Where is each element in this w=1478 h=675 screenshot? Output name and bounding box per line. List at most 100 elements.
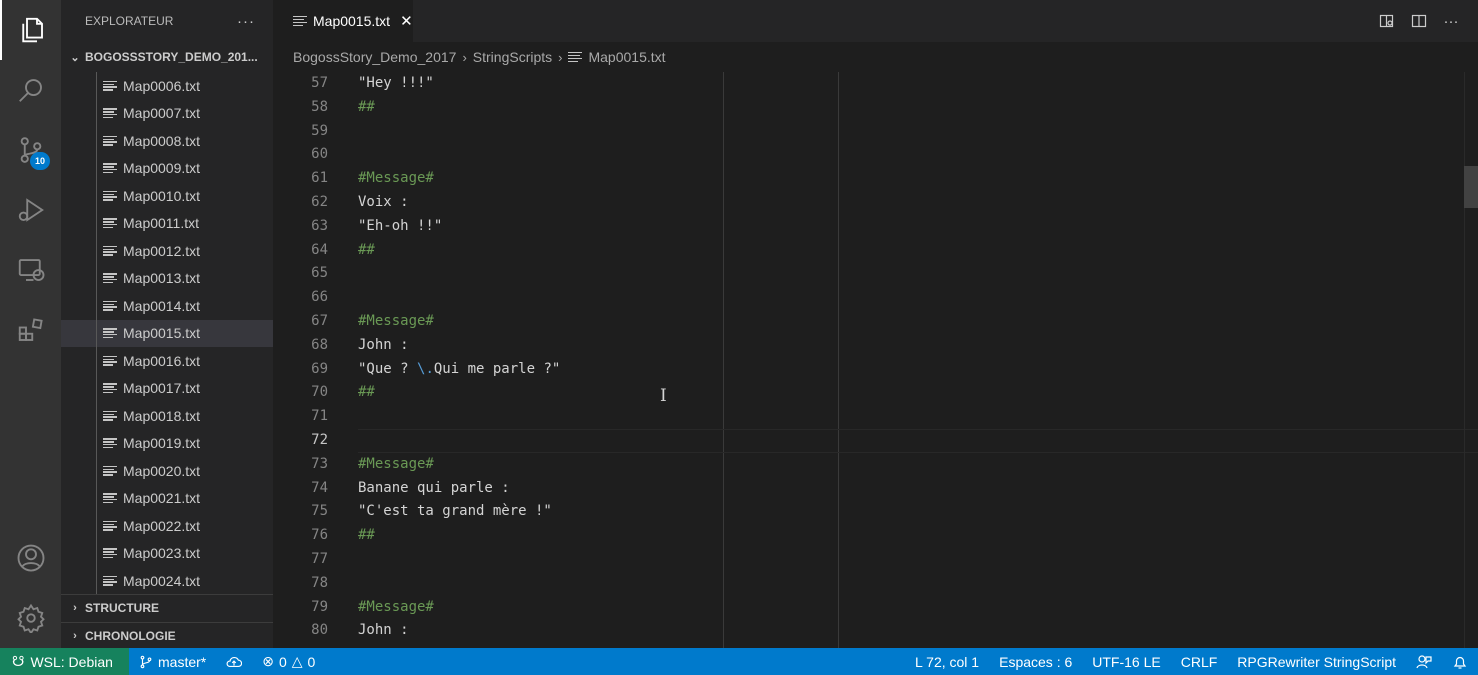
line-number: 67 (311, 312, 328, 329)
close-icon[interactable]: ✕ (400, 12, 413, 30)
code-editor[interactable]: 57 58 59 60 61 62 63 64 65 66 67 68 69 70 71 72 73 74 75 76… (273, 72, 1478, 648)
open-preview-icon[interactable] (1378, 12, 1396, 30)
code-line[interactable]: ## (358, 239, 1478, 263)
line-number: 75 (311, 503, 328, 520)
code-line[interactable] (358, 262, 1478, 286)
structure-section[interactable]: › STRUCTURE (61, 594, 273, 622)
settings-gear-icon[interactable] (0, 588, 61, 648)
code-line[interactable]: Voix : (358, 191, 1478, 215)
source-control-icon[interactable]: 10 (0, 120, 61, 180)
notifications-bell-icon[interactable] (1442, 648, 1478, 675)
file-tree-item[interactable]: Map0019.txt (61, 430, 273, 458)
code-line[interactable]: John : (358, 619, 1478, 643)
root-folder[interactable]: ⌄ BOGOSSSTORY_DEMO_201... (61, 42, 273, 72)
code-line[interactable] (358, 143, 1478, 167)
file-tree-item-label: Map0006.txt (123, 77, 201, 94)
problems-indicator[interactable]: ⊗ 0 △ 0 (252, 648, 325, 675)
file-tree-item[interactable]: Map0015.txt (61, 319, 273, 347)
file-text-icon (103, 80, 117, 92)
search-icon[interactable] (0, 60, 61, 120)
vertical-scrollbar[interactable] (1464, 72, 1478, 648)
code-line[interactable] (358, 405, 1478, 429)
file-tree-item[interactable]: Map0024.txt (61, 567, 273, 594)
code-line[interactable]: #Message# (358, 167, 1478, 191)
explorer-title: EXPLORATEUR (85, 14, 174, 28)
code-line[interactable]: "C'est ta grand mère !" (358, 500, 1478, 524)
remote-icon: ☋ (12, 653, 25, 669)
breadcrumb-root[interactable]: BogossStory_Demo_2017 (293, 49, 456, 65)
indentation[interactable]: Espaces : 6 (989, 648, 1082, 675)
sync-button[interactable] (216, 648, 252, 675)
code-line[interactable] (358, 572, 1478, 596)
file-tree-item[interactable]: Map0022.txt (61, 512, 273, 540)
end-of-line[interactable]: CRLF (1171, 648, 1228, 675)
code-line[interactable]: #Message# (358, 453, 1478, 477)
editor-actions: ··· (1378, 0, 1460, 42)
code-line[interactable]: ## (358, 381, 1478, 405)
code-line[interactable]: #Message# (358, 310, 1478, 334)
remote-label: WSL: Debian (30, 653, 113, 670)
breadcrumb-folder[interactable]: StringScripts (473, 49, 552, 65)
file-tree-item[interactable]: Map0011.txt (61, 210, 273, 238)
line-number: 74 (311, 479, 328, 496)
code-line[interactable]: Banane qui parle : (358, 477, 1478, 501)
extensions-icon[interactable] (0, 300, 61, 360)
file-tree-item[interactable]: Map0013.txt (61, 265, 273, 293)
tab-label: Map0015.txt (313, 13, 391, 29)
file-text-icon (103, 107, 117, 119)
code-lines[interactable]: "Hey !!!" ## #Message# Voix : "Eh-oh !!" ## #M… (358, 72, 1478, 643)
tab-map0015[interactable]: Map0015.txt ✕ (273, 0, 413, 42)
file-tree-item-label: Map0019.txt (123, 435, 201, 452)
file-tree-item-label: Map0012.txt (123, 242, 201, 259)
cursor-position[interactable]: L 72, col 1 (905, 648, 989, 675)
file-tree-item[interactable]: Map0006.txt (61, 72, 273, 100)
code-line[interactable] (358, 120, 1478, 144)
scrollbar-thumb[interactable] (1464, 166, 1478, 208)
breadcrumb-file[interactable]: Map0015.txt (588, 49, 665, 65)
file-tree-item[interactable]: Map0010.txt (61, 182, 273, 210)
file-tree-item[interactable]: Map0008.txt (61, 127, 273, 155)
more-actions-icon[interactable]: ··· (237, 13, 255, 30)
encoding[interactable]: UTF-16 LE (1082, 648, 1170, 675)
language-mode[interactable]: RPGRewriter StringScript (1227, 648, 1406, 675)
file-tree-item[interactable]: Map0012.txt (61, 237, 273, 265)
timeline-section[interactable]: › CHRONOLOGIE (61, 621, 273, 649)
feedback-icon[interactable] (1406, 648, 1442, 675)
code-line[interactable]: "Que ? \.Qui me parle ?" (358, 358, 1478, 382)
branch-indicator[interactable]: master* (129, 648, 216, 675)
more-editor-actions-icon[interactable]: ··· (1442, 12, 1460, 30)
activity-bar: 10 (0, 0, 61, 648)
run-debug-icon[interactable] (0, 180, 61, 240)
cloud-upload-icon (226, 656, 243, 667)
file-text-icon (103, 492, 117, 504)
file-tree-item[interactable]: Map0007.txt (61, 100, 273, 128)
remote-explorer-icon[interactable] (0, 240, 61, 300)
code-line[interactable]: "Hey !!!" (358, 72, 1478, 96)
file-tree-item[interactable]: Map0016.txt (61, 347, 273, 375)
file-tree-item-label: Map0013.txt (123, 270, 201, 287)
explorer-icon[interactable] (0, 0, 61, 60)
code-line[interactable] (358, 428, 1478, 453)
code-line[interactable]: John : (358, 334, 1478, 358)
account-icon[interactable] (0, 528, 61, 588)
file-tree-item[interactable]: Map0023.txt (61, 540, 273, 568)
file-tree-item-label: Map0018.txt (123, 407, 201, 424)
file-tree-item[interactable]: Map0018.txt (61, 402, 273, 430)
line-number: 77 (311, 550, 328, 567)
file-tree-item[interactable]: Map0017.txt (61, 375, 273, 403)
code-line[interactable]: #Message# (358, 596, 1478, 620)
code-line[interactable]: "Eh-oh !!" (358, 215, 1478, 239)
chevron-right-icon: › (558, 49, 563, 65)
file-text-icon (103, 190, 117, 202)
file-tree-item[interactable]: Map0020.txt (61, 457, 273, 485)
split-editor-icon[interactable] (1410, 12, 1428, 30)
code-line[interactable] (358, 286, 1478, 310)
file-tree-item[interactable]: Map0009.txt (61, 155, 273, 183)
remote-indicator[interactable]: ☋ WSL: Debian (0, 648, 129, 675)
line-number: 72 (311, 431, 328, 448)
code-line[interactable]: ## (358, 96, 1478, 120)
code-line[interactable]: ## (358, 524, 1478, 548)
code-line[interactable] (358, 548, 1478, 572)
file-tree-item[interactable]: Map0014.txt (61, 292, 273, 320)
file-tree-item[interactable]: Map0021.txt (61, 485, 273, 513)
